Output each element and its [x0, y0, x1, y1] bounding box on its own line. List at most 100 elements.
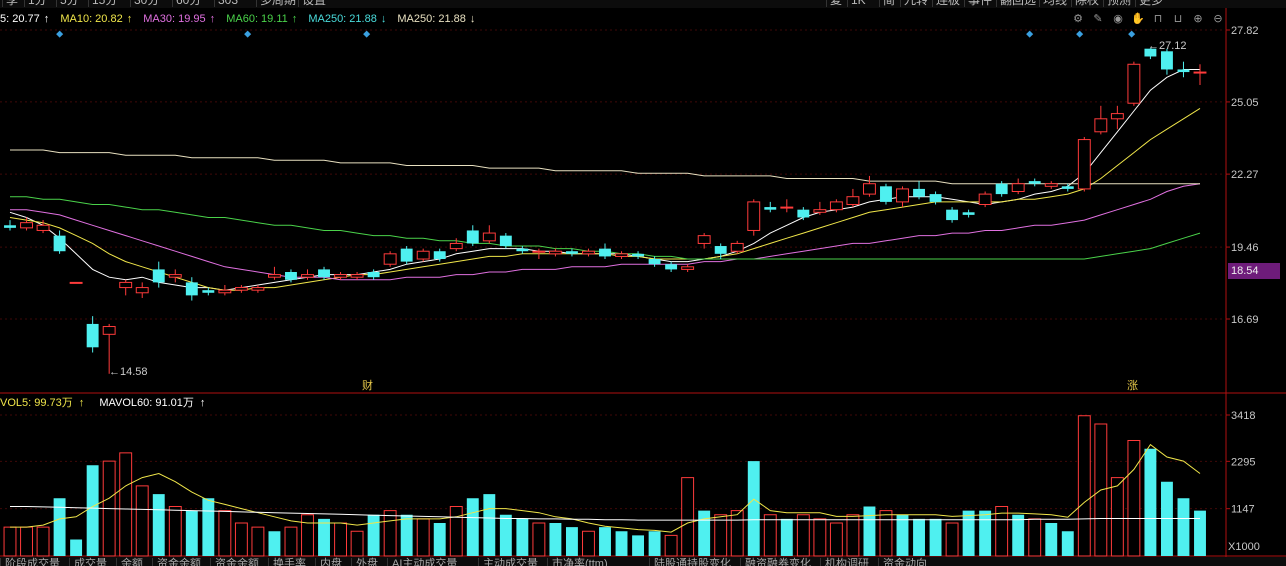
- event-mark-cai[interactable]: 财: [362, 377, 373, 393]
- indicator-tab-3[interactable]: 资金余额: [152, 558, 205, 566]
- toolbar-item-left-4[interactable]: 30分: [130, 0, 162, 7]
- indicator-tab-12[interactable]: 融资融券变化: [740, 558, 815, 566]
- candle-body: [548, 250, 562, 255]
- candle-body: [813, 209, 827, 213]
- volume-bar: [268, 531, 281, 556]
- candle-body: [829, 201, 843, 211]
- toolbar-item-left-1[interactable]: 1分: [24, 0, 50, 7]
- toolbar-item-right-9[interactable]: 预测: [1103, 0, 1134, 7]
- candle-body: [896, 188, 909, 203]
- toolbar-item-right-0[interactable]: 复: [826, 0, 845, 7]
- toolbar-item-right-1[interactable]: 1K: [847, 0, 869, 7]
- indicator-tab-5[interactable]: 换手率: [268, 558, 310, 566]
- toolbar-item-right-5[interactable]: 事件: [964, 0, 995, 7]
- volume-bar: [1177, 498, 1190, 556]
- lock-icon[interactable]: ⊔: [1170, 11, 1186, 27]
- zoom-out-icon[interactable]: ⊖: [1210, 11, 1226, 27]
- volume-bar: [730, 510, 744, 557]
- toolbar-item-left-0[interactable]: 季: [2, 0, 21, 7]
- candle-body: [730, 242, 744, 252]
- indicator-tab-11[interactable]: 陆股通持股变化: [649, 558, 735, 566]
- event-mark-zhang[interactable]: 涨: [1127, 377, 1138, 393]
- zoom-in-icon[interactable]: ⊕: [1190, 11, 1206, 27]
- volume-bar: [714, 514, 728, 557]
- volume-bar: [532, 522, 546, 557]
- volume-tick-label: 3418: [1231, 410, 1255, 422]
- candle-body: [53, 235, 66, 252]
- volume-bar: [152, 494, 165, 556]
- hand-icon[interactable]: ✋: [1130, 11, 1146, 27]
- volume-bar: [119, 452, 133, 557]
- toolbar-item-left-8[interactable]: 设置: [298, 0, 329, 7]
- volume-bar: [681, 477, 695, 557]
- candle-body: [416, 250, 430, 260]
- indicator-tab-10[interactable]: 市净率(ttm): [547, 558, 612, 566]
- candle-body: [946, 209, 959, 221]
- toolbar-item-right-4[interactable]: 连板: [932, 0, 963, 7]
- candle-body: [1044, 183, 1058, 187]
- volume-bar: [334, 522, 348, 557]
- toolbar-item-right-8[interactable]: 除权: [1071, 0, 1102, 7]
- candle-body: [516, 248, 529, 252]
- candle-body: [202, 290, 215, 293]
- settings-icon[interactable]: ⚙: [1070, 11, 1086, 27]
- candle-body: [251, 287, 265, 291]
- indicator-tab-9[interactable]: 主动成交量: [478, 558, 542, 566]
- current-price-tag: 18.54: [1228, 263, 1280, 279]
- event-diamond: [1128, 30, 1136, 38]
- indicator-tab-0[interactable]: 阶段成交量: [0, 558, 64, 566]
- candle-body: [301, 274, 314, 278]
- event-diamond: [363, 30, 371, 38]
- vol5-label: VOL5: 99.73万 ↑: [0, 397, 85, 409]
- indicator-tab-2[interactable]: 余额: [116, 558, 147, 566]
- indicator-tab-13[interactable]: 机构调研: [820, 558, 873, 566]
- indicator-tab-6[interactable]: 内盘: [315, 558, 346, 566]
- candle-body: [482, 232, 496, 242]
- candle-body: [334, 274, 348, 278]
- volume-bar: [549, 522, 562, 556]
- candle-body: [582, 250, 595, 255]
- volume-bar: [698, 510, 711, 556]
- pen-icon[interactable]: ✎: [1090, 11, 1106, 27]
- candle-body: [665, 264, 678, 270]
- toolbar-item-right-10[interactable]: 更多: [1135, 0, 1166, 7]
- candle-body: [880, 186, 892, 202]
- event-diamond: [1076, 30, 1084, 38]
- indicator-tab-8[interactable]: AI主动成交量: [387, 558, 461, 566]
- candle-body: [846, 196, 860, 205]
- candle-body: [350, 274, 364, 278]
- toolbar-item-right-7[interactable]: 均线: [1039, 0, 1070, 7]
- volume-bar: [1028, 518, 1042, 557]
- indicator-tab-7[interactable]: 外盘: [351, 558, 382, 566]
- toolbar-item-left-5[interactable]: 60分: [172, 0, 204, 7]
- toolbar-item-left-3[interactable]: 15分: [88, 0, 120, 7]
- volume-bar: [1144, 448, 1157, 556]
- ma5-label: 5: 20.77 ↑: [0, 13, 50, 25]
- ma10-label: MA10: 20.82 ↑: [60, 13, 133, 25]
- volume-bar: [913, 518, 925, 556]
- toolbar-item-right-6[interactable]: 翻回选: [996, 0, 1039, 7]
- candle-body: [1061, 186, 1074, 189]
- indicator-tab-1[interactable]: 成交量: [69, 558, 111, 566]
- candle-body: [1160, 51, 1173, 70]
- toolbar-item-left-7[interactable]: 多周期: [256, 0, 299, 7]
- candle-body: [913, 188, 925, 197]
- toolbar-item-left-6[interactable]: 303: [214, 0, 241, 7]
- volume-bar: [1077, 415, 1091, 557]
- volume-bar: [879, 510, 893, 557]
- indicator-tab-4[interactable]: 资金余额: [210, 558, 263, 566]
- toolbar-item-left-2[interactable]: 5分: [56, 0, 82, 7]
- price-tick-label: 22.27: [1231, 169, 1259, 181]
- volume-bar: [168, 505, 182, 557]
- toolbar-item-right-3[interactable]: 九转: [900, 0, 931, 7]
- volume-bar: [1127, 439, 1141, 557]
- eye-icon[interactable]: ◉: [1110, 11, 1126, 27]
- toolbar-item-right-2[interactable]: 简: [879, 0, 898, 7]
- volume-bar: [367, 514, 380, 556]
- indicator-tab-14[interactable]: 资金动向: [878, 558, 931, 566]
- candle-body: [4, 225, 16, 228]
- unlock-icon[interactable]: ⊓: [1150, 11, 1166, 27]
- candle-body: [267, 274, 281, 278]
- candle-body: [565, 251, 578, 254]
- volume-bar: [780, 518, 793, 556]
